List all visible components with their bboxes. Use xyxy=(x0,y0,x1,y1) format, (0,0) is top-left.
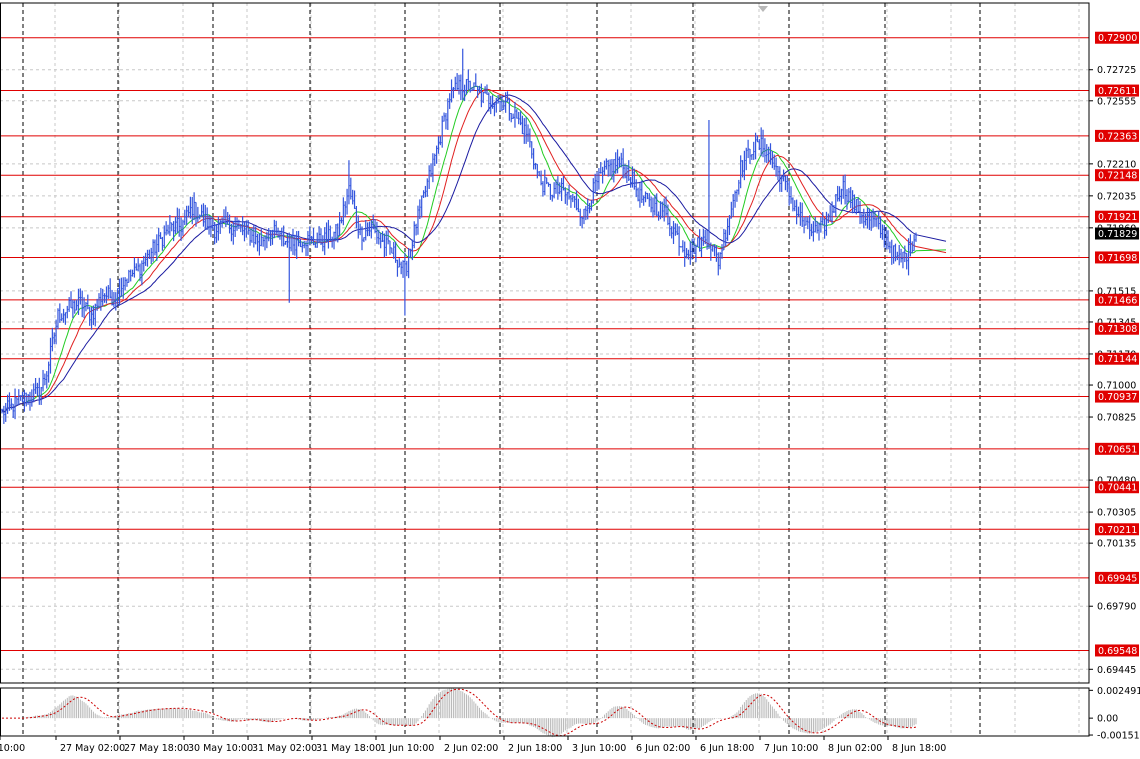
level-tag: 0.69548 xyxy=(1098,646,1137,657)
x-tick-label: 1 Jun 10:00 xyxy=(380,743,434,754)
osc-tick-label: -0.001514 xyxy=(1097,731,1140,742)
y-tick-label: 0.72035 xyxy=(1097,191,1136,202)
x-tick-label: 8 Jun 18:00 xyxy=(892,743,946,754)
x-tick-label: 31 May 02:00 xyxy=(252,743,317,754)
level-tag: 0.71921 xyxy=(1098,212,1137,223)
current-price-tag: 0.71829 xyxy=(1098,229,1137,240)
level-tag: 0.72363 xyxy=(1098,131,1137,142)
x-tick-label: 26 May 10:00 xyxy=(0,743,25,754)
level-tag: 0.69945 xyxy=(1098,573,1137,584)
y-tick-label: 0.69790 xyxy=(1097,602,1136,613)
x-tick-label: 6 Jun 02:00 xyxy=(636,743,690,754)
y-tick-label: 0.72555 xyxy=(1097,96,1136,107)
level-tag: 0.72611 xyxy=(1098,86,1137,97)
level-tag: 0.70211 xyxy=(1098,525,1137,536)
level-tag: 0.70937 xyxy=(1098,392,1137,403)
level-tag: 0.71144 xyxy=(1098,354,1137,365)
x-tick-label: 27 May 02:00 xyxy=(60,743,125,754)
chart-background xyxy=(0,0,1140,759)
level-tag: 0.71466 xyxy=(1098,295,1137,306)
level-tag: 0.71308 xyxy=(1098,324,1137,335)
x-tick-label: 2 Jun 18:00 xyxy=(508,743,562,754)
osc-tick-label: 0.002491 xyxy=(1097,686,1140,697)
y-tick-label: 0.70135 xyxy=(1097,539,1136,550)
y-tick-label: 0.69445 xyxy=(1097,665,1136,676)
price-chart[interactable]: 0.727250.725550.722100.720350.718600.715… xyxy=(0,0,1140,759)
y-tick-label: 0.70825 xyxy=(1097,413,1136,424)
level-tag: 0.71698 xyxy=(1098,253,1137,264)
y-tick-label: 0.70305 xyxy=(1097,508,1136,519)
x-tick-label: 7 Jun 10:00 xyxy=(764,743,818,754)
chart-window[interactable]: 0.727250.725550.722100.720350.718600.715… xyxy=(0,0,1140,759)
level-tag: 0.70441 xyxy=(1098,483,1137,494)
y-tick-label: 0.72210 xyxy=(1097,159,1136,170)
y-tick-label: 0.71000 xyxy=(1097,381,1136,392)
x-tick-label: 8 Jun 02:00 xyxy=(828,743,882,754)
x-tick-label: 6 Jun 18:00 xyxy=(700,743,754,754)
x-tick-label: 27 May 18:00 xyxy=(124,743,189,754)
x-tick-label: 3 Jun 10:00 xyxy=(572,743,626,754)
x-tick-label: 31 May 18:00 xyxy=(316,743,381,754)
y-tick-label: 0.72725 xyxy=(1097,65,1136,76)
level-tag: 0.72900 xyxy=(1098,33,1137,44)
x-tick-label: 2 Jun 02:00 xyxy=(444,743,498,754)
level-tag: 0.70651 xyxy=(1098,444,1137,455)
osc-tick-label: 0.00 xyxy=(1097,714,1118,725)
level-tag: 0.72148 xyxy=(1098,171,1137,182)
x-tick-label: 30 May 10:00 xyxy=(188,743,253,754)
